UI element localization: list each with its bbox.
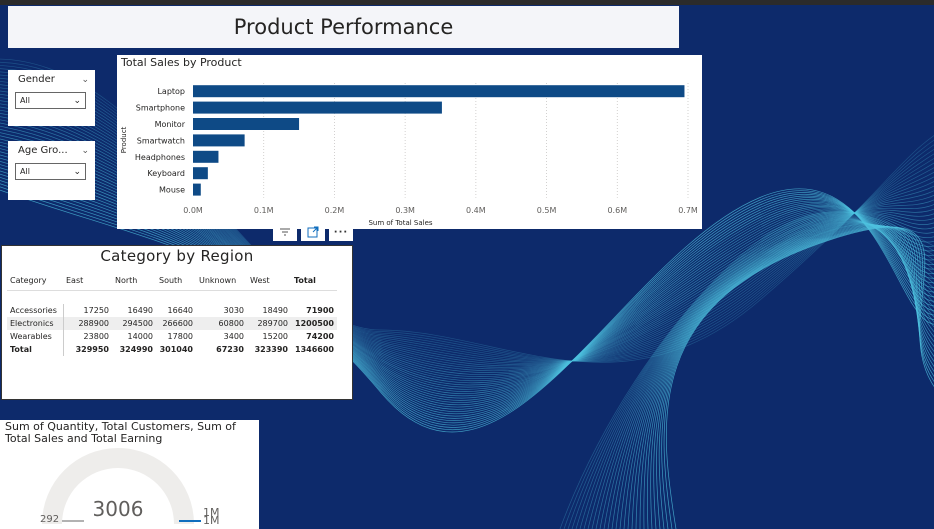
column-header[interactable]: North <box>112 270 156 291</box>
column-header[interactable]: Unknown <box>196 270 247 291</box>
table-cell: 301040 <box>159 345 193 354</box>
x-tick-label: 0.0M <box>183 206 203 215</box>
y-category-label: Mouse <box>159 186 185 195</box>
page-title-card: Product Performance <box>8 6 679 48</box>
filter-icon[interactable] <box>273 223 297 241</box>
row-label: Electronics <box>7 317 64 330</box>
page-title: Product Performance <box>233 15 454 39</box>
table-row[interactable]: Electronics 288900 294500 266600 60800 2… <box>7 317 337 330</box>
bar <box>193 85 685 98</box>
table-cell: 1200500 <box>291 317 337 330</box>
age-group-slicer-label: Age Gro... <box>18 145 68 156</box>
table-cell: 16490 <box>127 306 153 315</box>
wave-line <box>658 226 934 529</box>
visual-header-toolbar: ··· <box>273 223 353 241</box>
gender-dropdown-value: All <box>20 96 30 105</box>
x-tick-label: 0.2M <box>325 206 345 215</box>
gauge-min-label: 292 <box>40 514 59 525</box>
table-cell: 17250 <box>83 306 109 315</box>
x-tick-label: 0.5M <box>537 206 557 215</box>
age-group-dropdown[interactable]: All ⌄ <box>15 163 86 180</box>
y-category-label: Keyboard <box>147 169 185 178</box>
y-category-label: Smartwatch <box>137 136 185 145</box>
column-header[interactable]: South <box>156 270 196 291</box>
category-region-matrix: Category East North South Unknown West T… <box>7 270 337 356</box>
table-row[interactable]: Wearables 23800 14000 17800 3400 15200 7… <box>7 330 337 343</box>
chevron-down-icon[interactable]: ⌄ <box>81 75 89 85</box>
bar <box>193 101 442 114</box>
table-row[interactable]: Accessories 17250 16490 16640 3030 18490… <box>7 304 337 317</box>
table-cell: 323390 <box>254 345 288 354</box>
table-cell: 294500 <box>112 317 156 330</box>
wave-line <box>631 223 934 529</box>
category-by-region-visual[interactable]: Category by Region Category East North S… <box>1 245 353 400</box>
gauge-visual[interactable]: Sum of Quantity, Total Customers, Sum of… <box>0 420 259 529</box>
x-tick-label: 0.3M <box>395 206 415 215</box>
x-tick-label: 0.4M <box>466 206 486 215</box>
table-cell: 23800 <box>83 332 109 341</box>
total-sales-by-product-visual[interactable]: Total Sales by Product 0.0M 0.1M 0.2M 0.3M 0… <box>117 55 702 229</box>
table-cell: 288900 <box>63 317 112 330</box>
gauge-value: 3006 <box>93 497 144 521</box>
dropdown-chevron-icon: ⌄ <box>73 166 81 177</box>
table-cell: 266600 <box>156 317 196 330</box>
wave-line <box>665 226 934 529</box>
bar <box>193 150 219 163</box>
total-row: Total 329950 324990 301040 67230 323390 … <box>7 343 337 356</box>
x-tick-label: 0.1M <box>254 206 274 215</box>
row-label: Total <box>7 343 64 356</box>
row-label: Wearables <box>7 330 64 343</box>
table-cell: 18490 <box>262 306 288 315</box>
wave-line <box>663 226 934 529</box>
table-cell: 14000 <box>127 332 153 341</box>
table-cell: 74200 <box>306 332 334 341</box>
gender-dropdown[interactable]: All ⌄ <box>15 92 86 109</box>
table-cell: 3030 <box>223 306 244 315</box>
column-header[interactable]: Category <box>7 270 63 291</box>
bar-chart: 0.0M 0.1M 0.2M 0.3M 0.4M 0.5M 0.6M 0.7M Laptop Sm… <box>120 83 698 227</box>
x-tick-label: 0.7M <box>678 206 698 215</box>
column-header[interactable]: Total <box>291 270 337 291</box>
y-category-label: Monitor <box>155 120 186 129</box>
y-category-label: Headphones <box>135 153 185 162</box>
gender-slicer-label: Gender <box>18 74 55 85</box>
wave-line <box>656 225 934 529</box>
table-cell: 3400 <box>223 332 244 341</box>
table-cell: 71900 <box>306 306 334 315</box>
focus-mode-icon[interactable] <box>301 223 325 241</box>
matrix-header-row: Category East North South Unknown West T… <box>7 270 337 291</box>
table-cell: 67230 <box>216 345 244 354</box>
bar <box>193 118 300 130</box>
column-header[interactable]: East <box>63 270 112 291</box>
more-options-icon[interactable]: ··· <box>329 223 353 241</box>
table-cell: 289700 <box>247 317 291 330</box>
y-axis-label: Product <box>120 126 128 153</box>
table-cell: 16640 <box>167 306 193 315</box>
x-tick-label: 0.6M <box>607 206 627 215</box>
y-category-label: Smartphone <box>136 104 185 113</box>
table-cell: 17800 <box>167 332 193 341</box>
table-cell: 329950 <box>75 345 109 354</box>
bar <box>193 183 201 196</box>
table-cell: 15200 <box>262 332 288 341</box>
age-group-dropdown-value: All <box>20 167 30 176</box>
table-cell: 60800 <box>196 317 247 330</box>
y-category-label: Laptop <box>157 87 185 96</box>
dropdown-chevron-icon: ⌄ <box>73 95 81 106</box>
chevron-down-icon[interactable]: ⌄ <box>81 146 89 156</box>
matrix-title: Category by Region <box>100 247 254 265</box>
bar <box>193 167 208 180</box>
bar <box>193 134 245 147</box>
gauge-max-label: 1M <box>203 514 220 527</box>
row-label: Accessories <box>7 304 64 317</box>
table-cell: 324990 <box>119 345 153 354</box>
table-cell: 1346600 <box>295 345 334 354</box>
column-header[interactable]: West <box>247 270 291 291</box>
age-group-slicer[interactable]: Age Gro... ⌄ All ⌄ <box>8 141 95 200</box>
gender-slicer[interactable]: Gender ⌄ All ⌄ <box>8 70 95 126</box>
x-axis-label: Sum of Total Sales <box>368 219 432 227</box>
gauge-chart: 3006 292 1M 1M <box>40 448 220 527</box>
